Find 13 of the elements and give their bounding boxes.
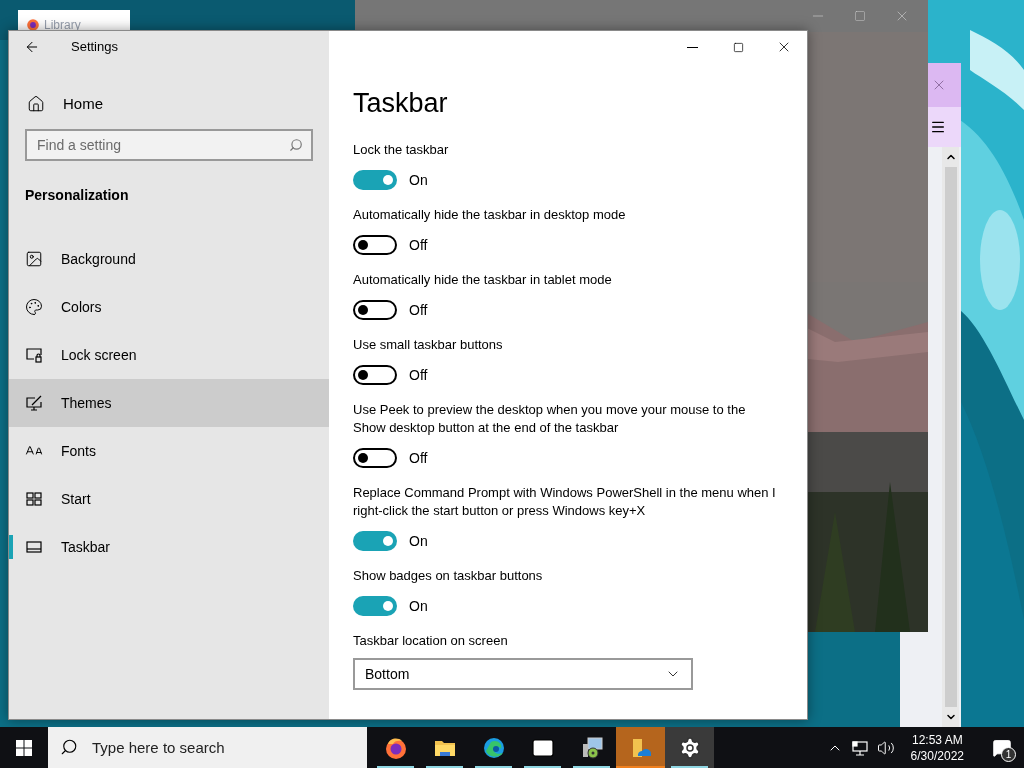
notifications-button[interactable]: 1 <box>980 727 1024 768</box>
search-icon <box>60 738 78 756</box>
settings-icon <box>677 735 702 760</box>
clock-date: 6/30/2022 <box>910 747 964 764</box>
network-icon[interactable] <box>850 739 869 756</box>
clock-time: 12:53 AM <box>911 731 963 748</box>
taskbar-app-button[interactable] <box>665 727 714 768</box>
taskbar-search-field[interactable]: Type here to search <box>48 727 367 768</box>
edge-icon <box>481 735 506 760</box>
windows-logo-icon <box>16 739 32 756</box>
speaker-icon[interactable] <box>876 738 895 757</box>
notification-badge: 1 <box>1001 747 1016 762</box>
clock[interactable]: 12:53 AM 6/30/2022 <box>902 731 972 764</box>
